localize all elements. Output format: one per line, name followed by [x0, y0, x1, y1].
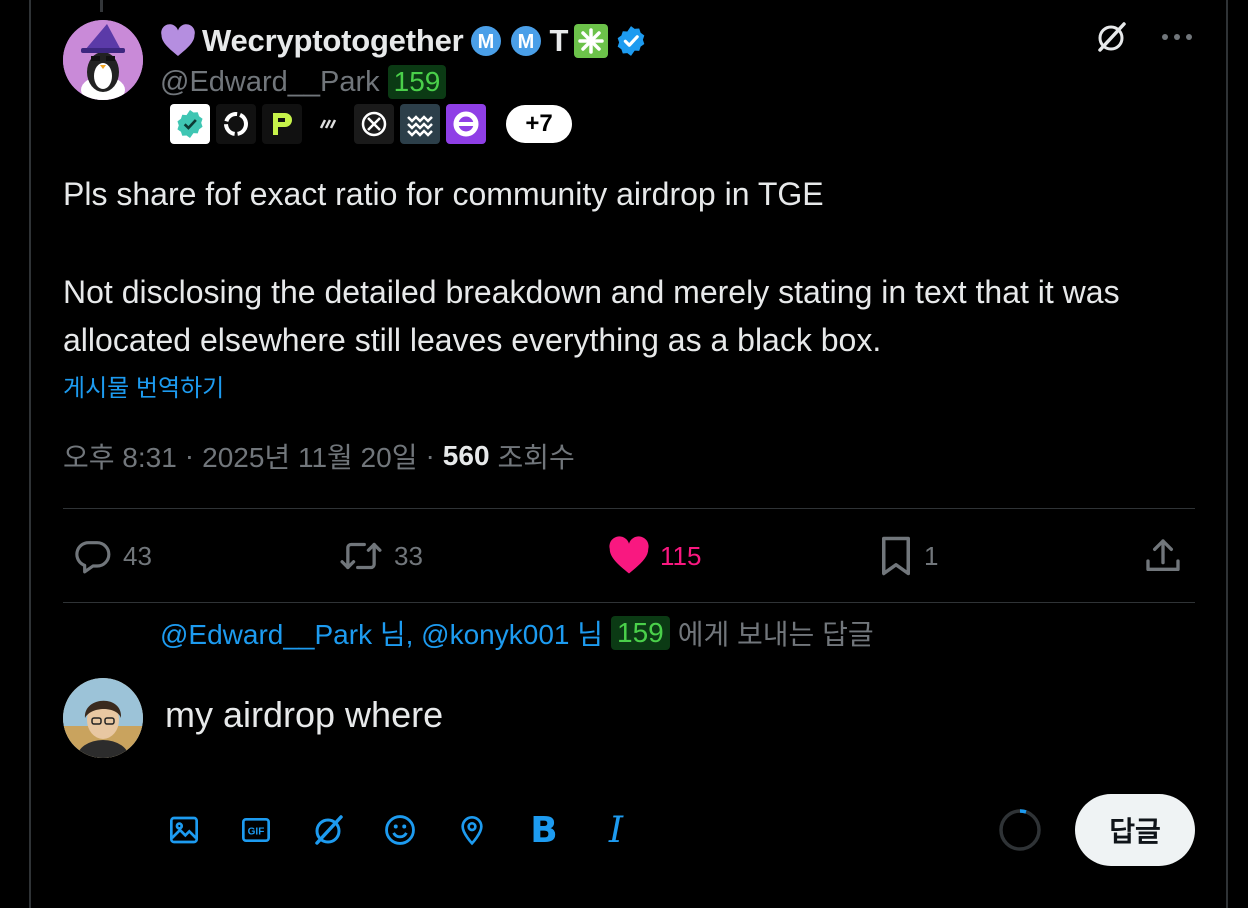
like-action[interactable]: 115 [608, 534, 701, 578]
author-handle-row[interactable]: @Edward__Park 159 [160, 64, 447, 100]
right-border [1226, 0, 1228, 908]
verified-badge-icon[interactable] [170, 104, 210, 144]
tweet-top-actions [1094, 20, 1194, 54]
bookmark-action[interactable]: 1 [878, 534, 938, 578]
user-avatar[interactable] [63, 678, 143, 758]
share-action[interactable] [1143, 534, 1183, 578]
like-count: 115 [660, 540, 702, 571]
composer-toolbar: GIF B I [165, 806, 635, 854]
meta-separator: · [184, 440, 195, 471]
tweet-text-paragraph-1: Pls share fof exact ratio for community … [63, 176, 824, 212]
tweet-text-paragraph-2: Not disclosing the detailed breakdown an… [63, 274, 1120, 358]
meta-separator: · [425, 440, 435, 471]
replying-to: @Edward__Park 님, @konyk001 님 159 에게 보내는 … [160, 612, 874, 654]
repost-action[interactable]: 33 [338, 534, 423, 578]
reply-count: 43 [123, 540, 152, 571]
ring-logo-icon[interactable] [216, 104, 256, 144]
grok-icon[interactable] [1094, 20, 1128, 54]
bookmark-icon [882, 536, 910, 576]
gif-icon[interactable]: GIF [237, 806, 275, 854]
views-count: 560 [442, 440, 490, 471]
share-icon [1146, 539, 1180, 571]
bookmark-count: 1 [924, 540, 939, 571]
tweet-time[interactable]: 오후 8:31 [63, 436, 177, 476]
bold-icon[interactable]: B [525, 806, 563, 854]
verified-badge-icon[interactable] [614, 24, 648, 58]
translate-post-link[interactable]: 게시물 번역하기 [63, 368, 224, 403]
more-options-icon[interactable] [1160, 32, 1194, 42]
thread-line [100, 0, 103, 12]
tweet-date[interactable]: 2025년 11월 20일 [202, 436, 417, 476]
views-label: 조회수 [497, 442, 575, 473]
author-avatar[interactable] [63, 20, 143, 100]
svg-text:M: M [478, 31, 495, 53]
purple-heart-icon [161, 24, 195, 56]
italic-label: I [608, 809, 624, 851]
reply-action[interactable]: 43 [73, 534, 152, 578]
repost-count: 33 [394, 540, 423, 571]
affiliation-badges: +7 [170, 104, 572, 144]
x-circle-logo-icon[interactable] [354, 104, 394, 144]
grok-icon[interactable] [309, 806, 347, 854]
reply-submit-button[interactable]: 답글 [1075, 794, 1195, 866]
character-progress-ring [999, 809, 1041, 851]
tweet-meta: 오후 8:31 · 2025년 11월 20일 · 560 조회수 [63, 436, 575, 476]
m-circle-icon-2: M [511, 26, 542, 56]
replying-to-handles[interactable]: @Edward__Park 님, @konyk001 님 [160, 613, 603, 653]
divider [63, 508, 1195, 509]
svg-text:M: M [518, 31, 535, 53]
author-handle[interactable]: @Edward__Park [160, 66, 380, 99]
waves-logo-icon[interactable] [400, 104, 440, 144]
left-border [29, 0, 31, 908]
reply-input[interactable]: my airdrop where [165, 694, 443, 736]
emoji-icon[interactable] [381, 806, 419, 854]
more-badges-button[interactable]: +7 [506, 105, 572, 143]
purple-ring-logo-icon[interactable] [446, 104, 486, 144]
repost-icon [340, 542, 382, 570]
author-display-name: Wecryptotogether [202, 23, 464, 58]
p-logo-icon[interactable] [262, 104, 302, 144]
svg-text:GIF: GIF [248, 827, 265, 838]
italic-icon[interactable]: I [597, 806, 635, 854]
replying-to-suffix: 에게 보내는 답글 [677, 619, 874, 650]
divider [63, 602, 1195, 603]
author-name-suffix: T [549, 23, 569, 58]
image-icon[interactable] [165, 806, 203, 854]
bold-label: B [530, 809, 558, 851]
location-icon[interactable] [453, 806, 491, 854]
m-circle-icon: M [471, 26, 502, 56]
handle-count-badge: 159 [387, 65, 447, 99]
green-asterisk-icon [574, 24, 609, 58]
tick-logo-icon[interactable] [308, 104, 348, 144]
replying-count-badge: 159 [611, 616, 670, 650]
reply-icon [75, 541, 111, 574]
heart-icon [609, 536, 649, 574]
author-name-row[interactable]: Wecryptotogether M M T [160, 20, 648, 62]
